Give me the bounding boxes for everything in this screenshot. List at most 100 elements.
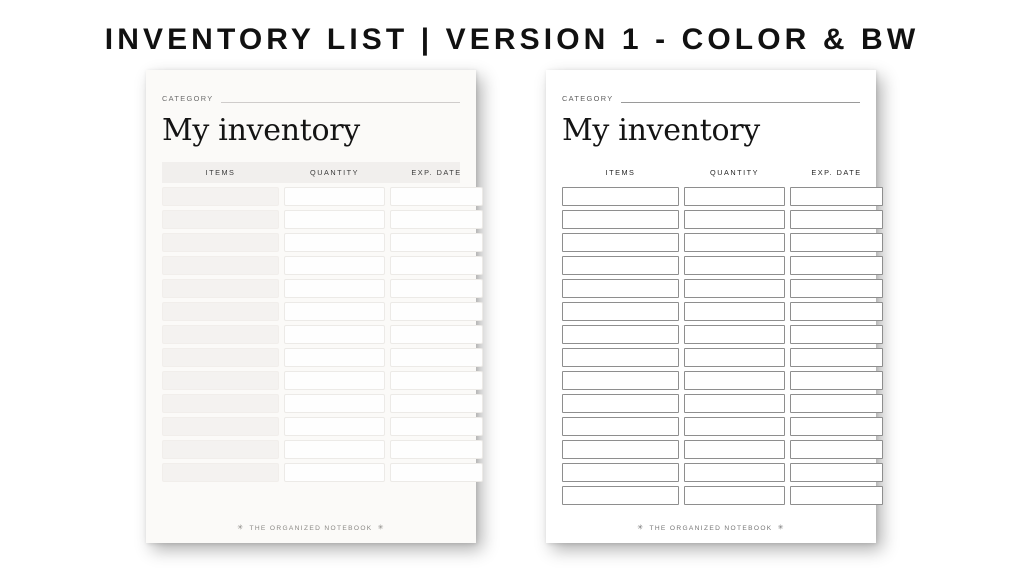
cell-items[interactable]: [162, 348, 279, 367]
cell-exp-date[interactable]: [790, 440, 883, 459]
table-row: [162, 440, 483, 459]
cell-exp-date[interactable]: [390, 233, 483, 252]
cell-items[interactable]: [562, 394, 679, 413]
cell-exp-date[interactable]: [790, 486, 883, 505]
cell-quantity[interactable]: [684, 210, 785, 229]
cell-quantity[interactable]: [684, 440, 785, 459]
category-write-line[interactable]: [220, 102, 460, 103]
cell-quantity[interactable]: [684, 371, 785, 390]
table-row: [562, 348, 883, 367]
cell-exp-date[interactable]: [390, 394, 483, 413]
cell-items[interactable]: [562, 187, 679, 206]
cell-exp-date[interactable]: [790, 279, 883, 298]
cell-items[interactable]: [562, 417, 679, 436]
cell-quantity[interactable]: [284, 187, 385, 206]
cell-quantity[interactable]: [684, 486, 785, 505]
inventory-card-color: CATEGORY My inventory ITEMS QUANTITY EXP…: [146, 70, 483, 543]
cell-exp-date[interactable]: [790, 394, 883, 413]
cell-items[interactable]: [162, 325, 279, 344]
cell-quantity[interactable]: [684, 394, 785, 413]
cell-exp-date[interactable]: [390, 256, 483, 275]
cell-quantity[interactable]: [684, 325, 785, 344]
cell-quantity[interactable]: [684, 233, 785, 252]
cell-items[interactable]: [562, 256, 679, 275]
table-row: [162, 187, 483, 206]
cell-items[interactable]: [162, 440, 279, 459]
cell-exp-date[interactable]: [390, 187, 483, 206]
cell-quantity[interactable]: [284, 463, 385, 482]
cell-exp-date[interactable]: [390, 210, 483, 229]
cell-quantity[interactable]: [284, 210, 385, 229]
cell-quantity[interactable]: [284, 233, 385, 252]
cell-items[interactable]: [562, 279, 679, 298]
cell-items[interactable]: [162, 187, 279, 206]
cell-quantity[interactable]: [684, 279, 785, 298]
cell-exp-date[interactable]: [790, 302, 883, 321]
table-row: [562, 187, 883, 206]
table-row: [562, 233, 883, 252]
cell-quantity[interactable]: [284, 256, 385, 275]
cell-items[interactable]: [162, 233, 279, 252]
cell-items[interactable]: [562, 463, 679, 482]
cell-quantity[interactable]: [684, 302, 785, 321]
star-icon-right: ✳: [777, 524, 785, 531]
cell-items[interactable]: [162, 394, 279, 413]
cell-exp-date[interactable]: [790, 371, 883, 390]
cell-exp-date[interactable]: [390, 463, 483, 482]
cell-quantity[interactable]: [284, 302, 385, 321]
cell-exp-date[interactable]: [790, 463, 883, 482]
table-row: [162, 279, 483, 298]
cell-items[interactable]: [562, 233, 679, 252]
cell-quantity[interactable]: [284, 417, 385, 436]
cell-exp-date[interactable]: [790, 233, 883, 252]
cell-items[interactable]: [562, 210, 679, 229]
cell-exp-date[interactable]: [390, 417, 483, 436]
cell-exp-date[interactable]: [790, 256, 883, 275]
cell-exp-date[interactable]: [390, 348, 483, 367]
cell-exp-date[interactable]: [390, 302, 483, 321]
star-icon-left: ✳: [637, 524, 645, 531]
cell-exp-date[interactable]: [390, 440, 483, 459]
cell-exp-date[interactable]: [390, 325, 483, 344]
cell-quantity[interactable]: [684, 256, 785, 275]
cell-quantity[interactable]: [684, 463, 785, 482]
cell-items[interactable]: [162, 256, 279, 275]
cell-items[interactable]: [562, 371, 679, 390]
cell-exp-date[interactable]: [790, 348, 883, 367]
card-footer-bw: ✳ THE ORGANIZED NOTEBOOK ✳: [562, 513, 860, 543]
cell-exp-date[interactable]: [790, 417, 883, 436]
cell-exp-date[interactable]: [390, 279, 483, 298]
cell-quantity[interactable]: [684, 417, 785, 436]
table-row: [162, 463, 483, 482]
table-header-row: ITEMS QUANTITY EXP. DATE: [162, 162, 460, 183]
cell-quantity[interactable]: [284, 440, 385, 459]
table-body-bw: [562, 187, 883, 505]
cell-items[interactable]: [162, 210, 279, 229]
cell-quantity[interactable]: [284, 394, 385, 413]
cell-quantity[interactable]: [284, 348, 385, 367]
cell-items[interactable]: [162, 279, 279, 298]
cell-items[interactable]: [562, 302, 679, 321]
category-label: CATEGORY: [162, 94, 214, 103]
cell-items[interactable]: [162, 371, 279, 390]
cell-exp-date[interactable]: [790, 210, 883, 229]
cell-items[interactable]: [562, 486, 679, 505]
cell-items[interactable]: [162, 302, 279, 321]
cell-exp-date[interactable]: [790, 325, 883, 344]
column-header-quantity: QUANTITY: [710, 168, 759, 177]
cell-quantity[interactable]: [284, 279, 385, 298]
cell-quantity[interactable]: [284, 325, 385, 344]
category-write-line[interactable]: [620, 101, 860, 103]
cell-items[interactable]: [562, 325, 679, 344]
cell-quantity[interactable]: [684, 187, 785, 206]
cell-items[interactable]: [562, 348, 679, 367]
cell-items[interactable]: [562, 440, 679, 459]
cell-exp-date[interactable]: [390, 371, 483, 390]
cell-quantity[interactable]: [684, 348, 785, 367]
cell-items[interactable]: [162, 417, 279, 436]
cell-quantity[interactable]: [284, 371, 385, 390]
table-row: [562, 279, 883, 298]
cell-exp-date[interactable]: [790, 187, 883, 206]
table-row: [562, 256, 883, 275]
cell-items[interactable]: [162, 463, 279, 482]
